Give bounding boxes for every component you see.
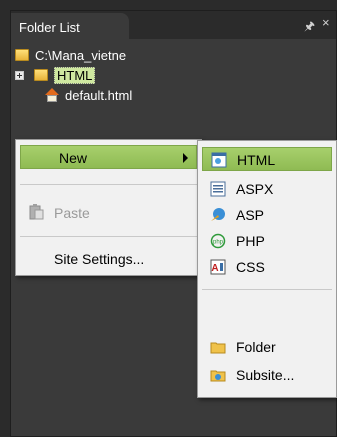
menu-item-site-settings-label: Site Settings...: [54, 251, 145, 267]
panel-title: Folder List: [19, 20, 80, 35]
submenu-item-aspx[interactable]: ASPX: [202, 177, 332, 201]
menu-item-site-settings[interactable]: Site Settings...: [20, 247, 197, 271]
svg-text:php: php: [213, 240, 224, 246]
submenu-item-asp[interactable]: ASP: [202, 203, 332, 227]
tree-default-label: default.html: [65, 87, 133, 103]
submenu-arrow-icon: [183, 153, 188, 163]
submenu-item-label: HTML: [237, 152, 276, 168]
submenu-item-html[interactable]: HTML: [202, 147, 332, 171]
submenu-item-php[interactable]: php PHP: [202, 229, 332, 253]
close-icon[interactable]: ×: [322, 15, 330, 30]
tree-root-label: C:\Mana_vietne: [35, 47, 127, 63]
tree-html-label: HTML: [54, 66, 96, 84]
menu-item-paste[interactable]: Paste: [20, 201, 197, 225]
home-page-icon: [45, 88, 59, 102]
submenu-item-label: Subsite...: [236, 367, 295, 383]
context-menu: New Paste Site Settings...: [15, 139, 202, 276]
submenu-item-subsite[interactable]: Subsite...: [202, 363, 332, 387]
submenu-separator: [202, 289, 332, 290]
expand-icon[interactable]: [15, 70, 24, 80]
folder-list-tab[interactable]: Folder List: [11, 13, 129, 39]
folder-icon: [34, 69, 48, 81]
submenu-item-label: Folder: [236, 339, 276, 355]
menu-item-paste-label: Paste: [54, 205, 90, 221]
paste-icon: [29, 204, 44, 220]
svg-text:A: A: [211, 263, 218, 274]
tree-root-row[interactable]: C:\Mana_vietne: [15, 45, 126, 65]
menu-separator: [20, 184, 197, 185]
php-file-icon: php: [210, 233, 226, 249]
menu-item-new-label: New: [59, 150, 88, 166]
menu-separator: [20, 236, 197, 237]
tree-html-row[interactable]: HTML: [15, 65, 96, 85]
asp-file-icon: [211, 208, 225, 221]
tree-default-row[interactable]: default.html: [45, 85, 132, 105]
css-file-icon: A: [210, 259, 226, 275]
panel-titlebar: Folder List 🖈 ×: [11, 11, 336, 39]
aspx-file-icon: [210, 181, 226, 197]
pin-icon[interactable]: 🖈: [304, 17, 315, 38]
html-file-icon: [211, 152, 227, 168]
menu-item-new[interactable]: New: [20, 145, 197, 169]
submenu-item-label: ASPX: [236, 181, 274, 197]
subsite-folder-icon: [210, 370, 226, 382]
folder-icon: [15, 49, 29, 61]
submenu-item-css[interactable]: A CSS: [202, 255, 332, 279]
submenu-item-label: ASP: [236, 207, 265, 223]
submenu-item-label: CSS: [236, 259, 265, 275]
folder-icon: [210, 342, 226, 354]
new-submenu: HTML ASPX ASP php PHP A CSS Folder Subsi…: [197, 140, 337, 398]
submenu-item-folder[interactable]: Folder: [202, 335, 332, 359]
submenu-item-label: PHP: [236, 233, 265, 249]
